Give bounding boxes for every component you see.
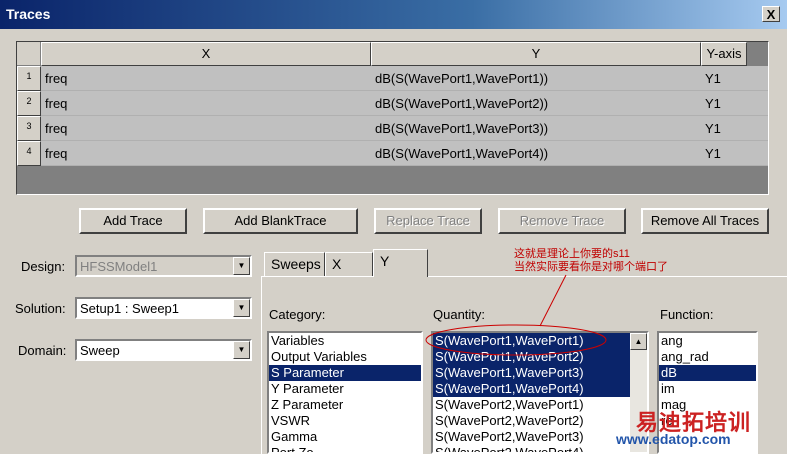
annotation-line2: 当然实际要看你是对哪个端口了 [514,261,668,273]
annotation-line1: 这就是理论上你要的s11 [514,248,630,260]
annotation-note: 这就是理论上你要的s11 当然实际要看你是对哪个端口了 [514,248,668,274]
annotation-overlay [425,274,607,356]
annotation-pointer [539,274,567,327]
watermark-url: www.edatop.com [616,431,731,447]
highlight-ellipse [425,324,607,356]
tab-y[interactable]: Y [373,249,428,277]
